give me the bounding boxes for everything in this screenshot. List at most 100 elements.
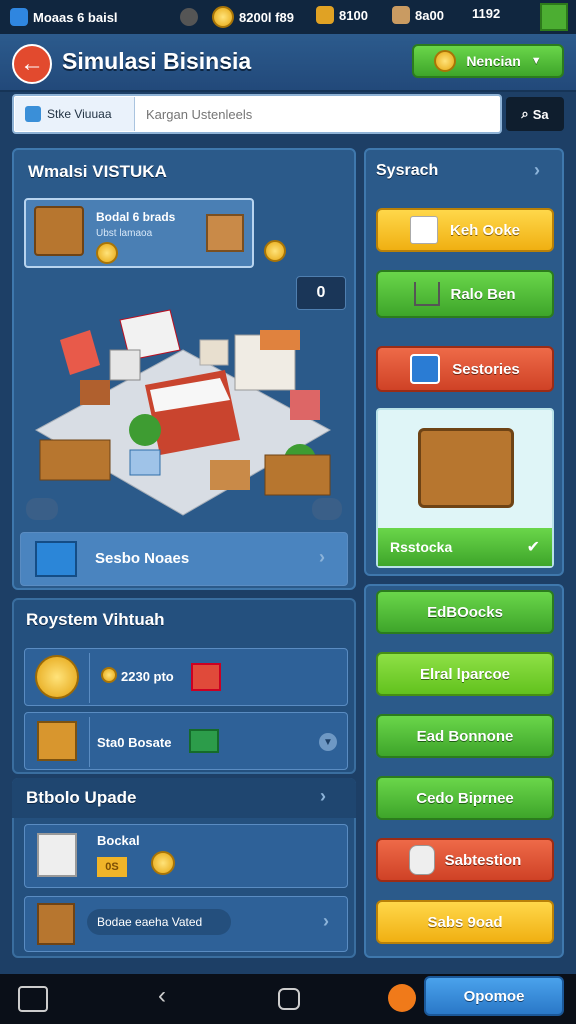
cube-icon[interactable]	[540, 3, 568, 31]
page-title: Simulasi Bisinsia	[62, 48, 252, 74]
upgrade-title: Btbolo Upade	[26, 788, 137, 807]
search-tab-label: Stke Viuuaa	[47, 107, 112, 121]
action-button-2[interactable]: Ead Bonnone	[376, 714, 554, 758]
ralo-ben-label: Ralo Ben	[450, 285, 516, 303]
box-icon	[392, 6, 410, 24]
action-button-4[interactable]: Sabtestion	[376, 838, 554, 882]
coin-counter: 8200l f89	[212, 6, 294, 28]
coin-icon	[212, 6, 234, 28]
row-divider	[89, 717, 90, 767]
box-counter: 8a00	[392, 6, 444, 24]
story-badge-icon	[410, 354, 441, 384]
shopping-cart-icon	[414, 282, 441, 306]
chevron-right-icon: ›	[534, 160, 540, 180]
showcase-label: Rsstocka	[390, 539, 453, 555]
search-category-tab[interactable]: Stke Viuuaa	[15, 97, 135, 131]
cargo-box-icon	[37, 903, 75, 945]
keh-ooke-button[interactable]: Keh Ooke	[376, 208, 554, 252]
upgrade-row-0-label: Bockal	[97, 833, 140, 848]
crate-icon	[206, 214, 244, 252]
app-icon	[10, 8, 28, 26]
search-input[interactable]	[138, 97, 498, 131]
chevron-right-icon: ›	[323, 911, 329, 931]
coin-icon	[101, 667, 117, 683]
system-virtual-title: Roystem Vihtuah	[26, 610, 165, 629]
vending-machine-icon	[37, 833, 77, 877]
shopping-cart-icon	[191, 663, 221, 691]
system-row-0-label: 2230 pto	[121, 669, 174, 684]
upgrade-row-0-badge: 0S	[97, 857, 127, 877]
upgrade-row-1[interactable]: Bodae eaeha Vated ›	[24, 896, 348, 952]
system-row-1[interactable]: Sta0 Bosate ▼	[24, 712, 348, 770]
chevron-down-icon: ▼	[530, 55, 542, 67]
planter-cart-icon	[34, 206, 84, 256]
action-button-0[interactable]: EdBOocks	[376, 590, 554, 634]
nencian-button[interactable]: Nencian ▼	[412, 44, 564, 78]
crate-icon	[316, 6, 334, 24]
featured-title: Bodal 6 brads	[96, 210, 176, 224]
sesbo-label: Sesbo Noaes	[95, 550, 190, 567]
status-bar: Moaas 6 baisl 8200l f89 8100 8a00 1192	[0, 0, 576, 34]
chevron-down-icon[interactable]: ▼	[319, 733, 337, 751]
ralo-ben-button[interactable]: Ralo Ben	[376, 270, 554, 318]
package-icon	[25, 106, 41, 122]
virtual-sim-title: Wmalsi VISTUKA	[28, 162, 167, 181]
coin-stack-icon	[434, 50, 457, 72]
coin-value: 8200l f89	[239, 9, 294, 25]
cash-register-icon	[189, 729, 219, 753]
action-button-3[interactable]: Cedo Biprnee	[376, 776, 554, 820]
system-row-0[interactable]: 2230 pto	[24, 648, 348, 706]
time-display: 1192	[472, 6, 500, 21]
blue-box-icon	[35, 541, 77, 577]
featured-card[interactable]: Bodal 6 brads Ubst lamaoa	[24, 198, 254, 268]
app-label: Moaas 6 baisl	[33, 9, 118, 25]
crate-icon	[37, 721, 77, 761]
upgrade-row-0[interactable]: Bockal 0S	[24, 824, 348, 888]
sack-icon	[408, 845, 435, 875]
action-button-1[interactable]: Elral lparcoe	[376, 652, 554, 696]
showcase-footer: Rsstocka ✔	[378, 528, 552, 566]
confirm-button[interactable]: Opomoe	[424, 976, 564, 1016]
chevron-right-icon: ›	[320, 786, 326, 806]
featured-subtitle: Ubst lamaoa	[96, 228, 153, 239]
coin-stack-icon	[151, 851, 175, 875]
home-icon[interactable]	[278, 988, 300, 1010]
search-button-label: Sa	[532, 106, 549, 122]
dice-icon	[409, 216, 438, 244]
keh-ooke-label: Keh Ooke	[449, 221, 521, 239]
crate-value: 8100	[339, 7, 368, 23]
coin-bag-icon	[35, 655, 79, 699]
scene-left-toggle[interactable]	[26, 498, 58, 520]
showcase-card[interactable]: Rsstocka ✔	[376, 408, 554, 568]
action-button-5[interactable]: Sabs 9oad	[376, 900, 554, 944]
planter-cart-icon	[418, 428, 514, 508]
system-panel-title: Sysrach	[376, 162, 439, 179]
isometric-town	[34, 309, 332, 516]
town-scene[interactable]	[20, 290, 346, 520]
check-icon: ✔	[526, 539, 540, 556]
system-row-1-label: Sta0 Bosate	[97, 735, 172, 750]
scene-right-toggle[interactable]	[312, 498, 342, 520]
sestories-button[interactable]: Sestories	[376, 346, 554, 392]
chevron-right-icon: ›	[319, 547, 325, 567]
bolt-icon[interactable]	[388, 984, 416, 1012]
crate-counter: 8100	[316, 6, 368, 24]
coin-icon	[96, 242, 118, 264]
back-button[interactable]: ←	[12, 44, 52, 84]
nencian-label: Nencian	[466, 53, 521, 69]
action-button-4-label: Sabtestion	[444, 851, 522, 869]
search-button[interactable]: ⌕ Sa	[506, 97, 564, 131]
box-value: 8a00	[415, 7, 444, 23]
sestories-label: Sestories	[452, 360, 520, 378]
floating-coin-icon	[264, 240, 286, 262]
sesbo-row[interactable]: Sesbo Noaes ›	[20, 532, 348, 586]
arrow-left-icon: ←	[20, 50, 44, 77]
nav-back-icon[interactable]: ‹	[158, 982, 166, 1010]
upgrade-row-1-label: Bodae eaeha Vated	[87, 909, 231, 935]
row-divider	[89, 653, 90, 703]
gear-icon[interactable]	[180, 8, 198, 26]
recent-apps-icon[interactable]	[18, 986, 48, 1012]
search-icon: ⌕	[521, 106, 529, 121]
app-indicator: Moaas 6 baisl	[10, 8, 118, 26]
time-value: 1192	[472, 6, 501, 21]
